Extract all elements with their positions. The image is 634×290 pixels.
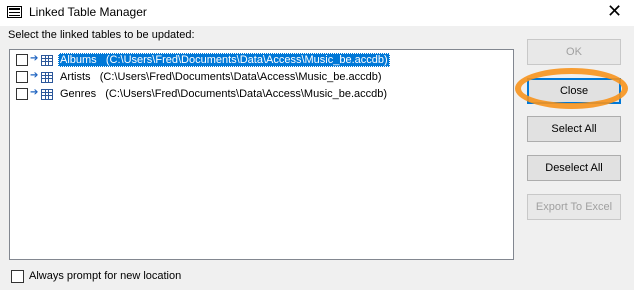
table-icon — [41, 72, 53, 83]
linked-arrow-icon: ➔ — [30, 53, 39, 64]
table-icon — [41, 89, 53, 100]
table-label: Artists (C:\Users\Fred\Documents\Data\Ac… — [60, 71, 382, 83]
table-label: Albums (C:\Users\Fred\Documents\Data\Acc… — [58, 53, 390, 67]
list-item[interactable]: ➔ Genres (C:\Users\Fred\Documents\Data\A… — [13, 86, 508, 103]
table-label: Genres (C:\Users\Fred\Documents\Data\Acc… — [60, 88, 388, 100]
prompt-label: Select the linked tables to be updated: — [8, 29, 195, 41]
always-prompt-checkbox[interactable] — [11, 270, 24, 283]
close-icon[interactable]: ✕ — [607, 1, 622, 21]
ok-button[interactable]: OK — [527, 39, 621, 65]
window-title: Linked Table Manager — [29, 5, 147, 19]
table-checkbox[interactable] — [16, 71, 28, 83]
close-button[interactable]: Close — [527, 78, 621, 104]
linked-tables-list[interactable]: ➔ Albums (C:\Users\Fred\Documents\Data\A… — [9, 49, 514, 260]
title-bar: Linked Table Manager ✕ — [0, 0, 634, 26]
export-to-excel-button[interactable]: Export To Excel — [527, 194, 621, 220]
linked-arrow-icon: ➔ — [30, 87, 39, 98]
list-item[interactable]: ➔ Albums (C:\Users\Fred\Documents\Data\A… — [13, 52, 508, 69]
linked-arrow-icon: ➔ — [30, 70, 39, 81]
deselect-all-button[interactable]: Deselect All — [527, 155, 621, 181]
table-checkbox[interactable] — [16, 54, 28, 66]
table-icon — [41, 55, 53, 66]
table-checkbox[interactable] — [16, 88, 28, 100]
list-item[interactable]: ➔ Artists (C:\Users\Fred\Documents\Data\… — [13, 69, 508, 86]
select-all-button[interactable]: Select All — [527, 116, 621, 142]
always-prompt-label[interactable]: Always prompt for new location — [29, 270, 181, 282]
app-icon — [7, 6, 22, 18]
